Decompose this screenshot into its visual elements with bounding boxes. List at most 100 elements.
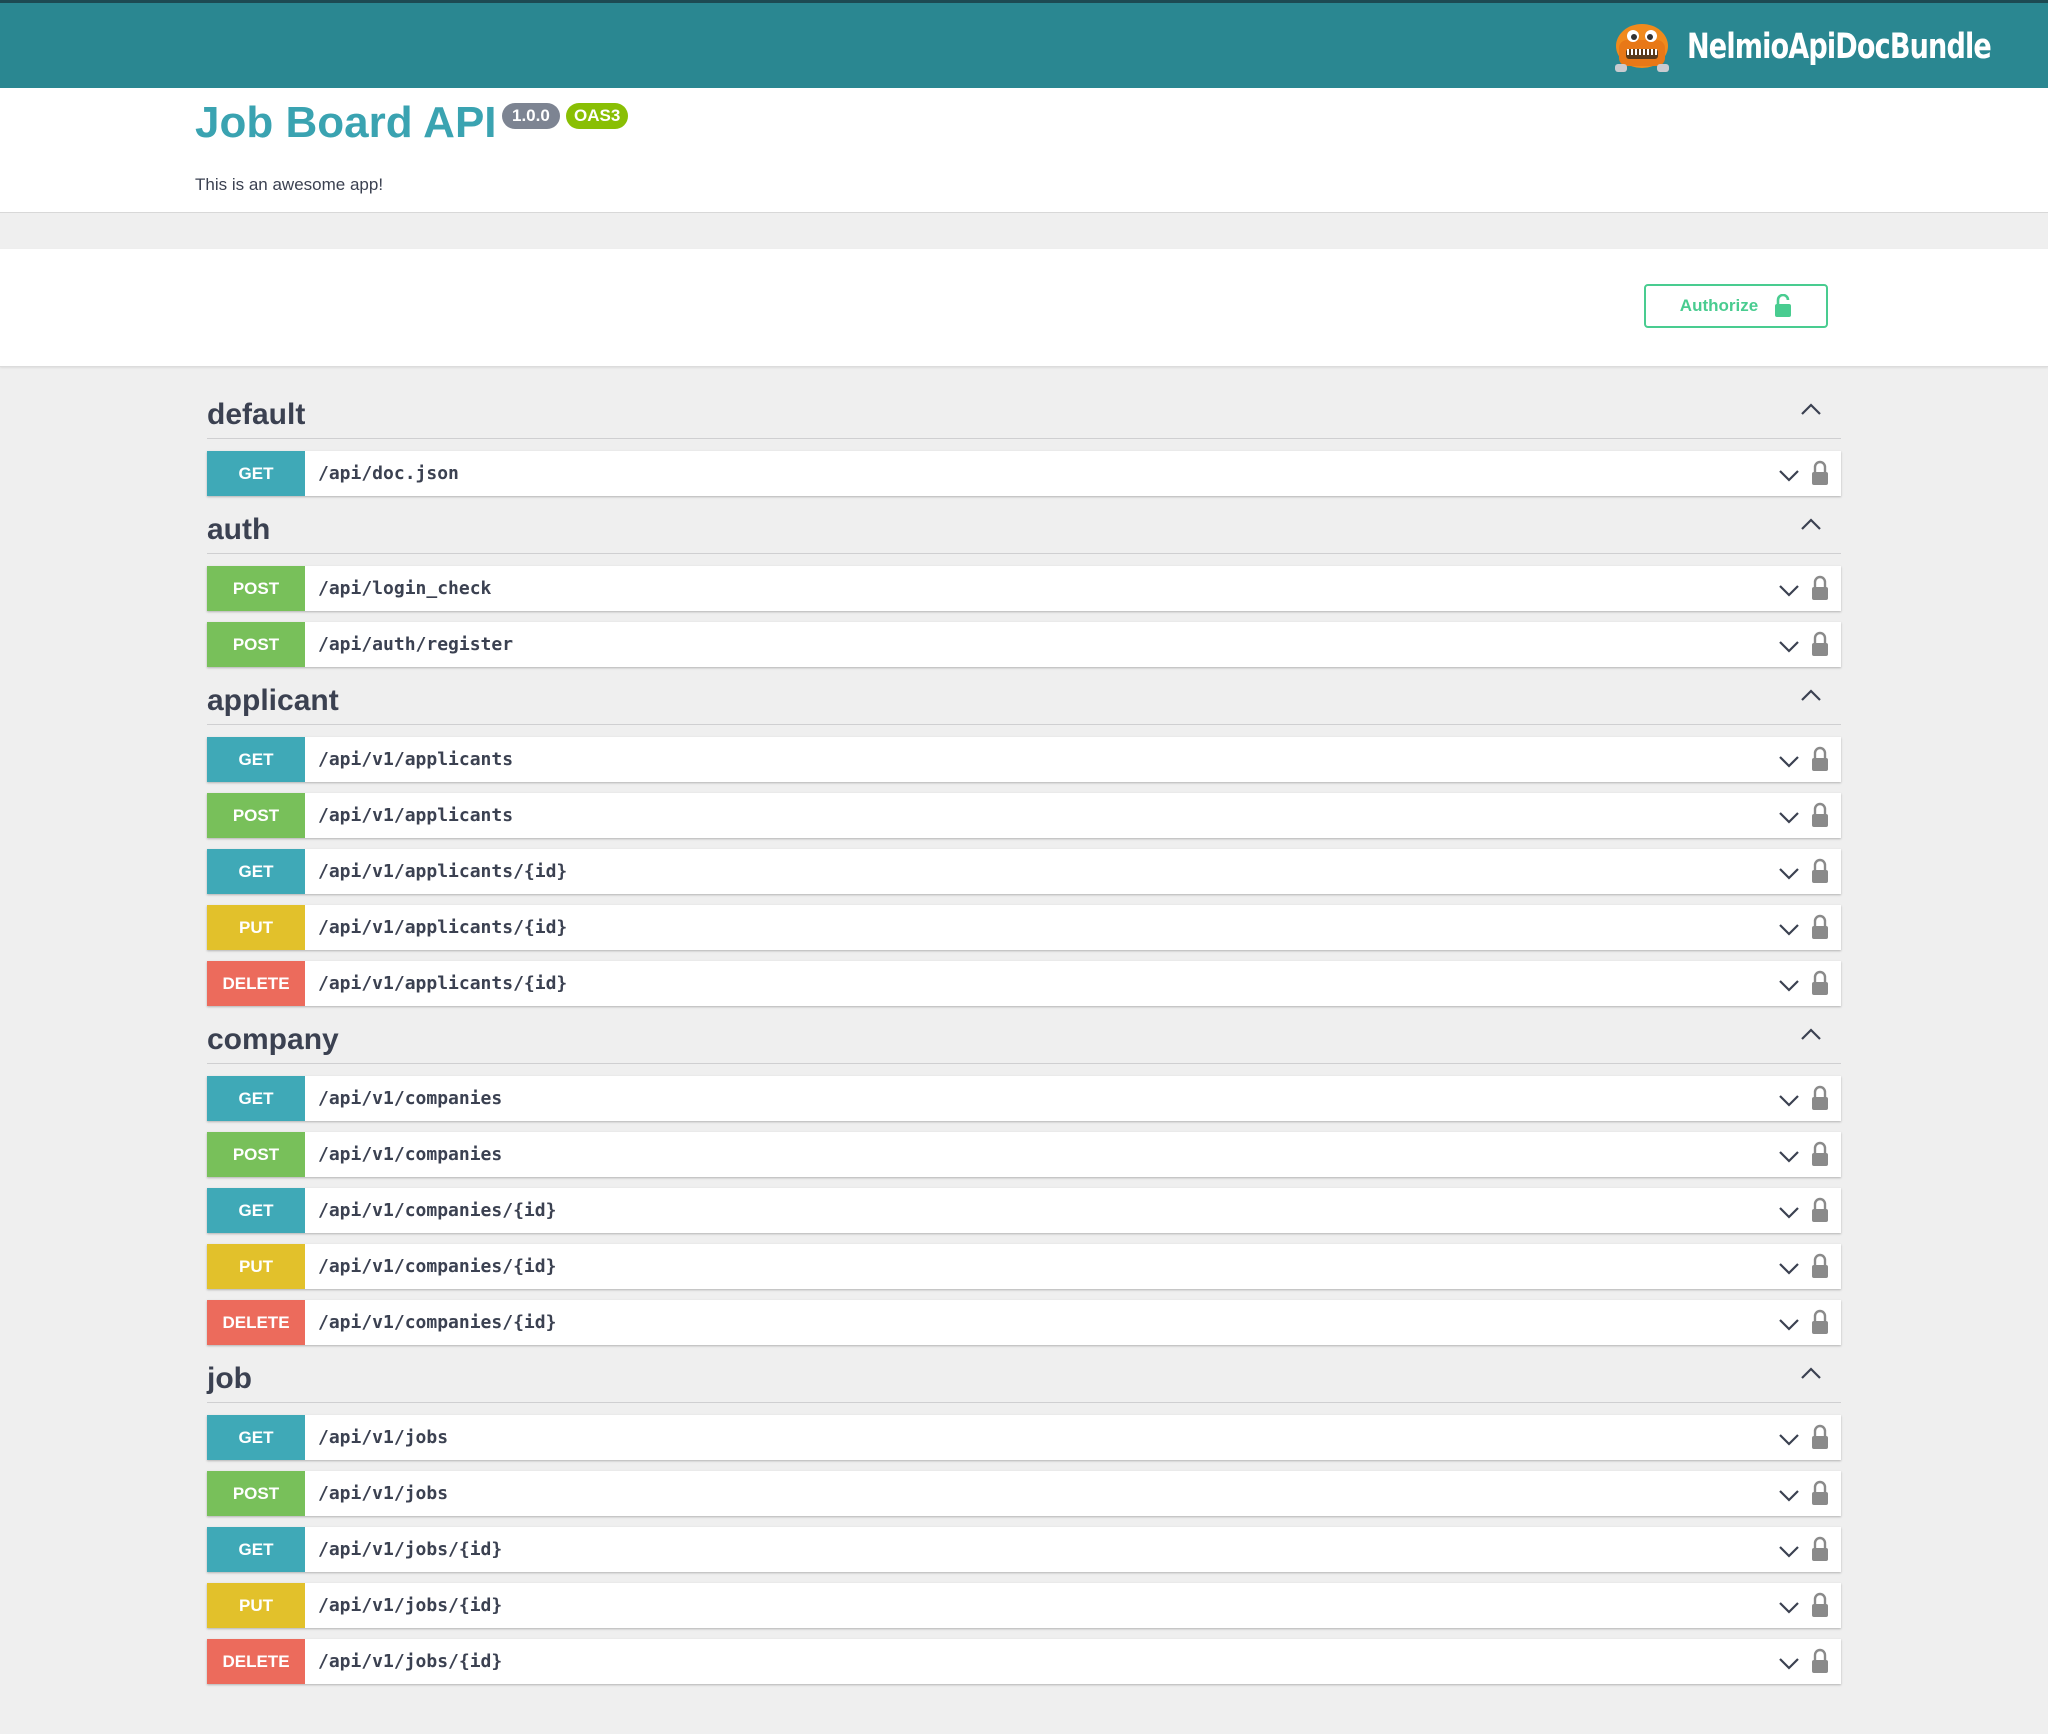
method-badge: GET (207, 1415, 305, 1460)
operation-row[interactable]: DELETE/api/v1/applicants/{id} (207, 961, 1841, 1006)
lock-icon[interactable] (1811, 746, 1829, 772)
operation-row[interactable]: GET/api/doc.json (207, 451, 1841, 496)
chevron-down-icon[interactable] (1777, 1200, 1801, 1224)
brand-link[interactable]: NelmioApiDocBundle (1611, 13, 2000, 81)
oas-badge: OAS3 (566, 103, 629, 129)
operation-row[interactable]: GET/api/v1/applicants/{id} (207, 849, 1841, 894)
operation-row[interactable]: GET/api/v1/jobs (207, 1415, 1841, 1460)
operation-row[interactable]: DELETE/api/v1/jobs/{id} (207, 1639, 1841, 1684)
chevron-down-icon[interactable] (1777, 1256, 1801, 1280)
lock-icon[interactable] (1811, 631, 1829, 657)
chevron-down-icon[interactable] (1777, 1088, 1801, 1112)
method-badge: GET (207, 1527, 305, 1572)
operation-path: /api/v1/companies/{id} (318, 1312, 557, 1333)
operation-path: /api/v1/jobs/{id} (318, 1595, 503, 1616)
operation-row[interactable]: GET/api/v1/companies/{id} (207, 1188, 1841, 1233)
chevron-up-icon[interactable] (1799, 1362, 1823, 1386)
chevron-down-icon[interactable] (1777, 578, 1801, 602)
chevron-up-icon[interactable] (1799, 513, 1823, 537)
operation-row[interactable]: PUT/api/v1/companies/{id} (207, 1244, 1841, 1289)
chevron-down-icon[interactable] (1777, 1312, 1801, 1336)
tag-name: company (207, 1023, 339, 1056)
lock-icon[interactable] (1811, 1253, 1829, 1279)
method-badge: POST (207, 566, 305, 611)
tag-name: default (207, 398, 306, 431)
operation-path: /api/v1/applicants (318, 749, 514, 770)
api-description: This is an awesome app! (195, 175, 384, 194)
operation-path: /api/v1/companies/{id} (318, 1256, 557, 1277)
method-badge: DELETE (207, 1639, 305, 1684)
tag-name: job (207, 1362, 252, 1395)
chevron-down-icon[interactable] (1777, 749, 1801, 773)
lock-icon[interactable] (1811, 1536, 1829, 1562)
lock-icon[interactable] (1811, 914, 1829, 940)
chevron-down-icon[interactable] (1777, 1144, 1801, 1168)
tag-section-company: company GET/api/v1/companies POST/api/v1/c… (207, 1006, 1841, 1345)
brand-name: NelmioApiDocBundle (1686, 27, 1992, 67)
chevron-down-icon[interactable] (1777, 917, 1801, 941)
operation-path: /api/v1/companies (318, 1144, 503, 1165)
operation-path: /api/auth/register (318, 634, 514, 655)
operation-row[interactable]: GET/api/v1/jobs/{id} (207, 1527, 1841, 1572)
chevron-up-icon[interactable] (1799, 398, 1823, 422)
authorize-button[interactable]: Authorize (1644, 284, 1828, 328)
tag-name: auth (207, 513, 271, 546)
chevron-down-icon[interactable] (1777, 1539, 1801, 1563)
authorize-label: Authorize (1679, 296, 1759, 315)
version-badge: 1.0.0 (502, 103, 560, 129)
tag-section-default: default GET/api/doc.json (207, 367, 1841, 496)
lock-icon[interactable] (1811, 575, 1829, 601)
lock-icon[interactable] (1811, 1648, 1829, 1674)
chevron-down-icon[interactable] (1777, 805, 1801, 829)
nelmio-logo-icon (1614, 24, 1669, 72)
operation-row[interactable]: DELETE/api/v1/companies/{id} (207, 1300, 1841, 1345)
chevron-down-icon[interactable] (1777, 861, 1801, 885)
lock-icon[interactable] (1811, 1085, 1829, 1111)
tag-name: applicant (207, 684, 339, 717)
operation-row[interactable]: POST/api/auth/register (207, 622, 1841, 667)
tag-header[interactable]: job (207, 1345, 1841, 1403)
method-badge: POST (207, 793, 305, 838)
lock-icon[interactable] (1811, 858, 1829, 884)
operation-row[interactable]: GET/api/v1/companies (207, 1076, 1841, 1121)
operation-row[interactable]: PUT/api/v1/jobs/{id} (207, 1583, 1841, 1628)
lock-icon[interactable] (1811, 460, 1829, 486)
method-badge: PUT (207, 1244, 305, 1289)
lock-icon[interactable] (1811, 970, 1829, 996)
chevron-down-icon[interactable] (1777, 1427, 1801, 1451)
chevron-down-icon[interactable] (1777, 1651, 1801, 1675)
operation-row[interactable]: POST/api/login_check (207, 566, 1841, 611)
lock-icon[interactable] (1811, 802, 1829, 828)
chevron-down-icon[interactable] (1777, 1483, 1801, 1507)
chevron-up-icon[interactable] (1799, 1023, 1823, 1047)
unlock-icon (1775, 294, 1792, 317)
method-badge: POST (207, 622, 305, 667)
lock-icon[interactable] (1811, 1592, 1829, 1618)
operation-path: /api/v1/jobs (318, 1483, 449, 1504)
tag-header[interactable]: company (207, 1006, 1841, 1064)
operation-row[interactable]: POST/api/v1/applicants (207, 793, 1841, 838)
lock-icon[interactable] (1811, 1197, 1829, 1223)
operation-row[interactable]: POST/api/v1/companies (207, 1132, 1841, 1177)
tag-header[interactable]: applicant (207, 667, 1841, 725)
operation-row[interactable]: GET/api/v1/applicants (207, 737, 1841, 782)
chevron-down-icon[interactable] (1777, 634, 1801, 658)
operation-path: /api/v1/jobs (318, 1427, 449, 1448)
operation-row[interactable]: POST/api/v1/jobs (207, 1471, 1841, 1516)
tag-header[interactable]: auth (207, 496, 1841, 554)
lock-icon[interactable] (1811, 1480, 1829, 1506)
lock-icon[interactable] (1811, 1141, 1829, 1167)
chevron-down-icon[interactable] (1777, 973, 1801, 997)
chevron-up-icon[interactable] (1799, 684, 1823, 708)
tag-section-applicant: applicant GET/api/v1/applicants POST/api/v… (207, 667, 1841, 1006)
method-badge: GET (207, 1076, 305, 1121)
tag-header[interactable]: default (207, 367, 1841, 439)
chevron-down-icon[interactable] (1777, 463, 1801, 487)
chevron-down-icon[interactable] (1777, 1595, 1801, 1619)
method-badge: PUT (207, 905, 305, 950)
lock-icon[interactable] (1811, 1424, 1829, 1450)
lock-icon[interactable] (1811, 1309, 1829, 1335)
operations-list: default GET/api/doc.json auth POST/api/logi… (207, 367, 1841, 1684)
operation-path: /api/doc.json (318, 463, 459, 484)
operation-row[interactable]: PUT/api/v1/applicants/{id} (207, 905, 1841, 950)
